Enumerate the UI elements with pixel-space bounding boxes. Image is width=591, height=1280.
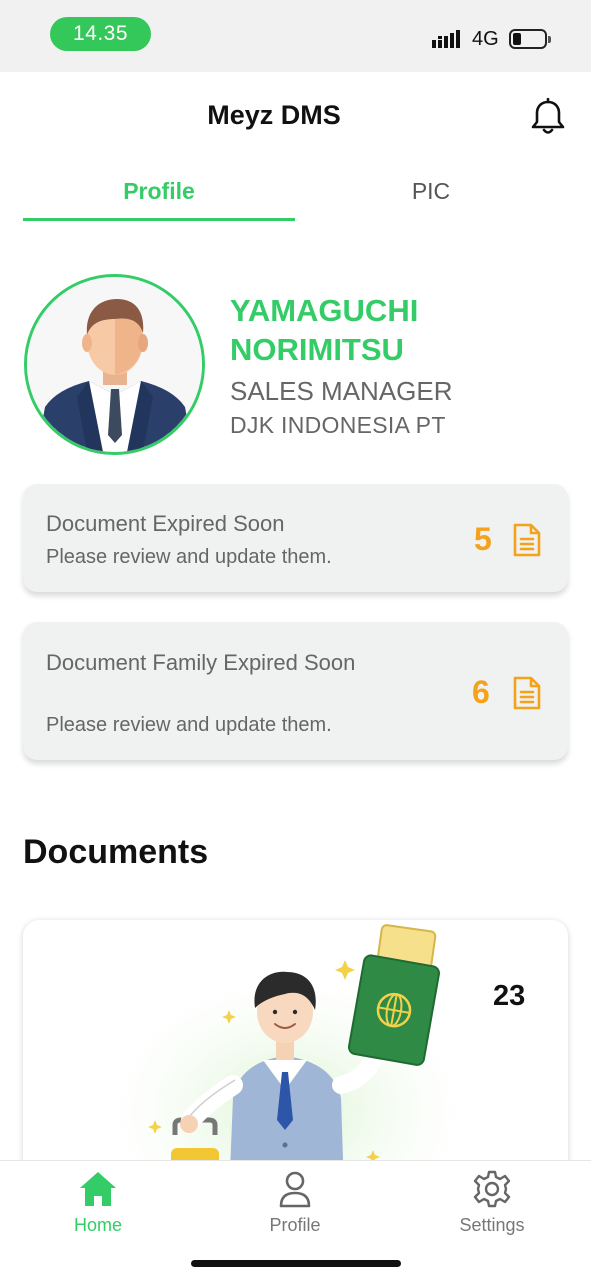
profile-name: YAMAGUCHI NORIMITSU xyxy=(230,293,419,367)
signal-icon xyxy=(432,30,460,48)
avatar xyxy=(24,274,205,455)
document-icon xyxy=(513,523,541,557)
nav-settings[interactable]: Settings xyxy=(427,1161,557,1241)
status-bar: 14.35 4G xyxy=(0,0,591,72)
person-icon xyxy=(279,1171,311,1208)
profile-company: DJK INDONESIA PT xyxy=(230,412,446,438)
family-expired-count: 6 xyxy=(472,674,490,710)
nav-home[interactable]: Home xyxy=(33,1161,163,1241)
profile-position: SALES MANAGER xyxy=(230,376,453,406)
card-subtitle: Please review and update them. xyxy=(46,714,332,736)
active-tab-indicator xyxy=(23,218,295,221)
battery-low-icon xyxy=(509,29,551,49)
family-expired-documents-card[interactable]: Document Family Expired Soon Please revi… xyxy=(23,622,568,760)
home-screen: 14.35 4G Meyz DMS Profile PIC YAMAGUCHI … xyxy=(0,0,591,1280)
expired-documents-card[interactable]: Document Expired Soon Please review and … xyxy=(23,484,568,592)
documents-section-title: Documents xyxy=(23,833,209,871)
avatar-illustration xyxy=(27,277,202,452)
card-subtitle: Please review and update them. xyxy=(46,546,332,568)
tab-pic[interactable]: PIC xyxy=(295,178,567,205)
nav-profile[interactable]: Profile xyxy=(230,1161,360,1241)
card-title: Document Expired Soon xyxy=(46,511,285,536)
app-title: Meyz DMS xyxy=(207,100,341,130)
nav-label: Profile xyxy=(269,1215,321,1235)
bell-icon[interactable] xyxy=(530,98,566,136)
network-type: 4G xyxy=(472,28,499,50)
document-icon xyxy=(513,676,541,710)
card-title: Document Family Expired Soon xyxy=(46,650,356,675)
gear-icon xyxy=(473,1170,511,1208)
documents-count: 23 xyxy=(493,980,526,1012)
home-icon xyxy=(80,1172,116,1206)
nav-label: Home xyxy=(73,1215,122,1235)
expired-count: 5 xyxy=(474,521,492,557)
status-time: 14.35 xyxy=(50,17,151,51)
home-indicator xyxy=(191,1260,401,1267)
tab-profile[interactable]: Profile xyxy=(23,178,295,205)
nav-label: Settings xyxy=(459,1215,525,1235)
